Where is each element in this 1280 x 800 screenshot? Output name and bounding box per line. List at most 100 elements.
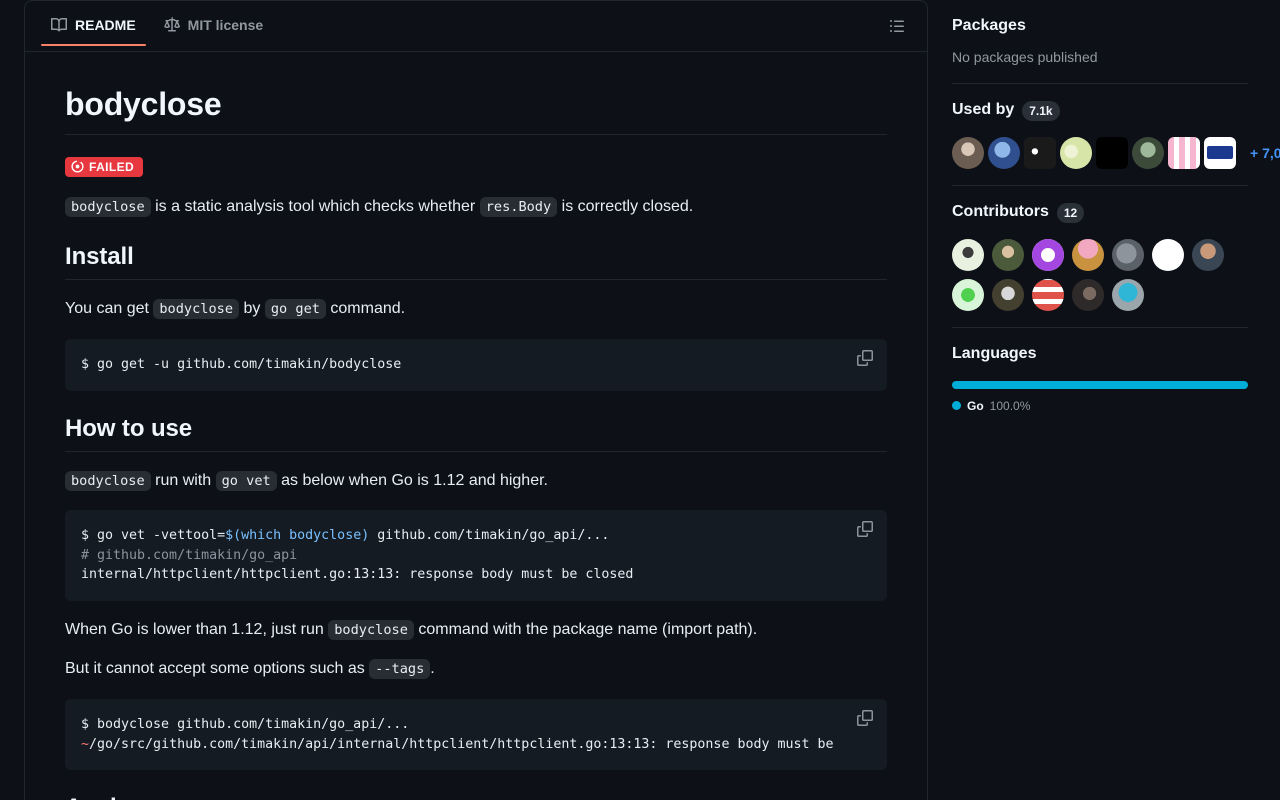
language-bar <box>952 380 1248 389</box>
used-by-heading-label: Used by <box>952 101 1015 119</box>
heading-install: Install <box>65 243 887 281</box>
language-color-dot <box>952 401 961 411</box>
language-percent: 100.0% <box>989 398 1031 413</box>
inline-code-bodyclose: bodyclose <box>65 470 151 491</box>
build-status-badge[interactable]: FAILED <box>65 157 144 177</box>
languages-heading: Languages <box>952 344 1248 365</box>
readme-content: bodyclose FAILED bodyclose is a static a… <box>25 52 927 800</box>
language-legend-item-go[interactable]: Go 100.0% <box>952 399 1248 413</box>
badge-row: FAILED <box>65 157 887 178</box>
repo-sidebar: Packages No packages published Used by 7… <box>952 0 1280 429</box>
inline-code-go-vet: go vet <box>215 470 277 491</box>
contributor-avatar-10[interactable] <box>1032 278 1064 311</box>
code-seg-highlight: $(which bodyclose) <box>225 528 370 544</box>
contributor-avatar-5[interactable] <box>1112 238 1144 271</box>
github-repo-page: README MIT license bodyclose FAILED body… <box>0 0 1280 800</box>
contributor-avatar-6[interactable] <box>1152 238 1184 271</box>
tab-mit-license[interactable]: MIT license <box>154 9 273 46</box>
tab-mit-license-label: MIT license <box>187 17 264 33</box>
tab-readme-label: README <box>75 17 136 33</box>
howto-paragraph-3: But it cannot accept some options such a… <box>65 657 887 682</box>
used-by-count: 7.1k <box>1022 100 1060 121</box>
used-by-avatar-8[interactable] <box>1204 137 1236 170</box>
readme-tab-strip: README MIT license <box>41 9 273 46</box>
inline-code-res-body: res.Body <box>479 196 558 217</box>
language-segment-go[interactable] <box>952 380 1248 389</box>
inline-code-bodyclose: bodyclose <box>328 619 414 640</box>
code-line: ~/go/src/github.com/timakin/api/internal… <box>81 735 871 754</box>
copy-button[interactable] <box>851 707 879 735</box>
build-status-label: FAILED <box>89 160 135 174</box>
heading-how-to-use: How to use <box>65 415 887 452</box>
contributor-avatar-9[interactable] <box>992 278 1024 311</box>
copy-button[interactable] <box>851 347 879 375</box>
packages-heading: Packages <box>952 16 1248 37</box>
used-by-avatar-2[interactable] <box>988 137 1020 170</box>
copy-button[interactable] <box>851 518 879 546</box>
sidebar-section-used-by: Used by 7.1k + 7,048 <box>952 83 1280 185</box>
code-block-bodyclose: $ bodyclose github.com/timakin/go_api/..… <box>65 699 887 770</box>
contributor-avatar-7[interactable] <box>1192 238 1224 271</box>
install-text-b: by <box>239 300 265 318</box>
intro-paragraph: bodyclose is a static analysis tool whic… <box>65 195 887 220</box>
used-by-avatar-6[interactable] <box>1132 137 1164 170</box>
code-seg: $ go vet -vettool= <box>81 528 226 544</box>
code-line: $ go get -u github.com/timakin/bodyclose <box>81 357 402 373</box>
contributor-avatar-3[interactable] <box>1032 238 1064 271</box>
howto2-text-b: command with the package name (import pa… <box>413 620 758 638</box>
howto2-text-a: When Go is lower than 1.12, just run <box>65 620 329 638</box>
used-by-heading: Used by 7.1k <box>952 100 1248 121</box>
list-unordered-icon <box>889 18 905 39</box>
used-by-avatar-row: + 7,048 <box>952 137 1280 170</box>
language-name: Go <box>967 398 984 413</box>
code-seg: /go/src/github.com/timakin/api/internal/… <box>89 736 834 752</box>
contributors-heading-label: Contributors <box>952 203 1049 221</box>
howto-text-a: run with <box>150 471 216 489</box>
packages-heading-label: Packages <box>952 17 1026 34</box>
languages-heading-label: Languages <box>952 344 1037 362</box>
code-seg-highlight: ~ <box>81 736 90 752</box>
sidebar-section-languages: Languages Go 100.0% <box>952 326 1248 429</box>
howto-text-b: as below when Go is 1.12 and higher. <box>276 471 548 489</box>
howto-paragraph-1: bodyclose run with go vet as below when … <box>65 469 887 494</box>
install-text-a: You can get <box>65 300 154 318</box>
intro-text-1: is a static analysis tool which checks w… <box>150 197 480 215</box>
used-by-avatar-5[interactable] <box>1096 137 1128 170</box>
contributor-avatar-2[interactable] <box>992 238 1024 271</box>
packages-empty-text: No packages published <box>952 48 1098 65</box>
code-line: internal/httpclient/httpclient.go:13:13:… <box>81 567 634 583</box>
circleci-status-icon <box>71 159 84 175</box>
contributor-avatar-1[interactable] <box>952 238 984 271</box>
readme-panel: README MIT license bodyclose FAILED body… <box>24 0 928 800</box>
contributor-avatar-11[interactable] <box>1072 278 1104 311</box>
contributor-avatar-12[interactable] <box>1112 278 1144 311</box>
used-by-avatar-7[interactable] <box>1168 137 1200 170</box>
tab-readme[interactable]: README <box>41 9 146 46</box>
code-line: $ go vet -vettool=$(which bodyclose) git… <box>81 526 871 545</box>
install-text-c: command. <box>325 300 406 318</box>
used-by-avatar-4[interactable] <box>1060 137 1092 170</box>
readme-header: README MIT license <box>25 1 927 52</box>
used-by-more-link[interactable]: + 7,048 <box>1250 145 1280 161</box>
page-title: bodyclose <box>65 84 887 135</box>
book-icon <box>51 17 67 33</box>
code-line: $ bodyclose github.com/timakin/go_api/..… <box>81 717 410 733</box>
contributors-avatar-grid <box>952 238 1232 311</box>
code-block-install: $ go get -u github.com/timakin/bodyclose <box>65 339 887 391</box>
code-line-comment: # github.com/timakin/go_api <box>81 547 298 563</box>
install-paragraph: You can get bodyclose by go get command. <box>65 297 887 322</box>
heading-analyzer: Analyzer <box>65 794 887 800</box>
copy-icon <box>857 521 873 543</box>
table-of-contents-button[interactable] <box>883 15 911 41</box>
used-by-avatar-3[interactable] <box>1024 137 1056 170</box>
copy-icon <box>857 709 873 732</box>
law-scale-icon <box>163 17 180 33</box>
howto-paragraph-2: When Go is lower than 1.12, just run bod… <box>65 618 887 643</box>
contributor-avatar-8[interactable] <box>952 278 984 311</box>
howto3-text-a: But it cannot accept some options such a… <box>65 660 370 678</box>
inline-code-go-get: go get <box>264 299 326 320</box>
used-by-avatar-1[interactable] <box>952 137 984 170</box>
inline-code-bodyclose: bodyclose <box>65 196 151 217</box>
contributor-avatar-4[interactable] <box>1072 238 1104 271</box>
intro-text-2: is correctly closed. <box>557 197 694 215</box>
